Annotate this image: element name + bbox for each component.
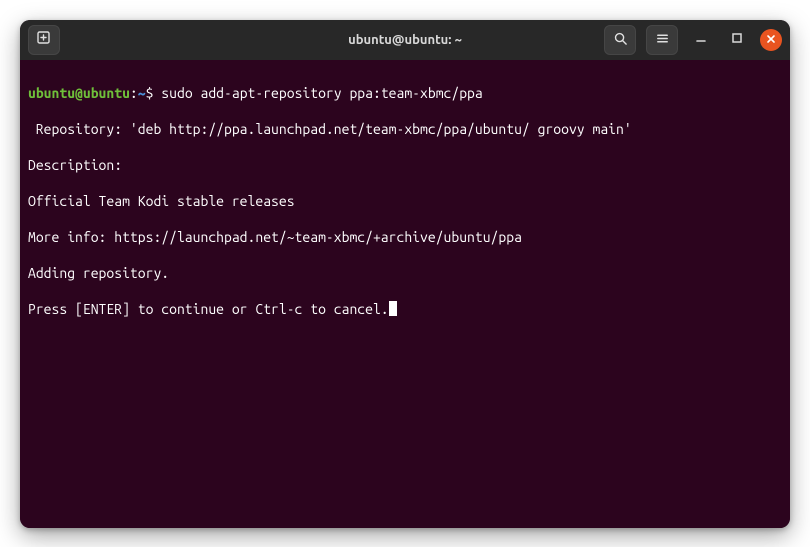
output-text: Press [ENTER] to continue or Ctrl-c to c…: [28, 301, 389, 317]
terminal-area[interactable]: ubuntu@ubuntu:~$ sudo add-apt-repository…: [20, 60, 790, 528]
command: sudo add-apt-repository ppa:team-xbmc/pp…: [161, 85, 482, 101]
maximize-icon: [731, 32, 743, 47]
close-icon: [766, 33, 776, 47]
output-line: Adding repository.: [28, 264, 782, 282]
menu-button[interactable]: [646, 25, 678, 55]
hamburger-icon: [655, 31, 670, 49]
new-tab-icon: [36, 30, 52, 49]
prompt-colon: :: [130, 85, 138, 101]
terminal-window: ubuntu@ubuntu: ~: [20, 20, 790, 528]
minimize-icon: [695, 32, 707, 47]
titlebar-right: [582, 25, 782, 55]
new-tab-button[interactable]: [28, 25, 60, 55]
window-title: ubuntu@ubuntu: ~: [234, 33, 576, 47]
prompt-line: ubuntu@ubuntu:~$ sudo add-apt-repository…: [28, 84, 782, 102]
prompt-user-host: ubuntu@ubuntu: [28, 85, 130, 101]
output-line-cursor: Press [ENTER] to continue or Ctrl-c to c…: [28, 300, 782, 318]
minimize-button[interactable]: [688, 27, 714, 53]
output-line: Description:: [28, 156, 782, 174]
search-icon: [613, 31, 628, 49]
maximize-button[interactable]: [724, 27, 750, 53]
output-line: Official Team Kodi stable releases: [28, 192, 782, 210]
titlebar-left: [28, 25, 228, 55]
output-line: More info: https://launchpad.net/~team-x…: [28, 228, 782, 246]
text-cursor: [389, 301, 397, 316]
output-line: Repository: 'deb http://ppa.launchpad.ne…: [28, 120, 782, 138]
titlebar: ubuntu@ubuntu: ~: [20, 20, 790, 60]
search-button[interactable]: [604, 25, 636, 55]
prompt-path: ~: [138, 85, 146, 101]
close-button[interactable]: [760, 29, 782, 51]
